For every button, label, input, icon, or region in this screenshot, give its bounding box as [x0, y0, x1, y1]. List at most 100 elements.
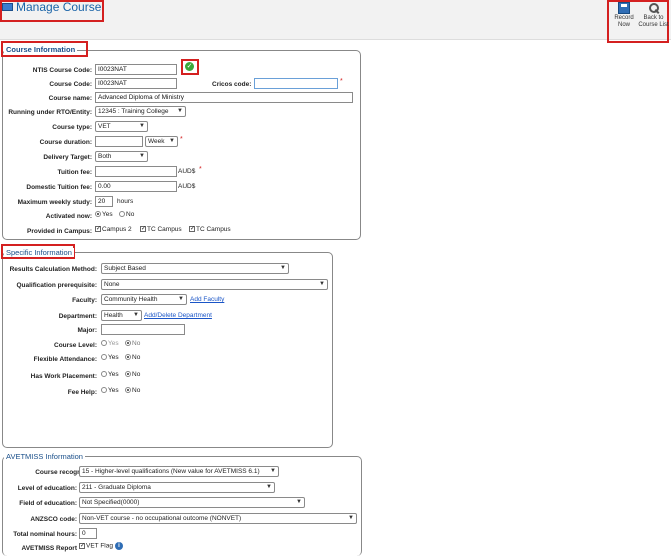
weekly-study-input[interactable]: 20: [95, 196, 113, 207]
cricos-code-label: Cricos code:: [212, 81, 252, 88]
activated-label: Activated now:: [45, 213, 92, 220]
flexible-no-radio[interactable]: No: [125, 354, 140, 361]
domestic-fee-input[interactable]: 0.00: [95, 181, 177, 192]
course-duration-label: Course duration:: [39, 139, 92, 146]
campus-label: Provided in Campus:: [26, 228, 92, 235]
cricos-code-input[interactable]: [254, 78, 338, 89]
department-label: Department:: [58, 313, 97, 320]
back-label-1: Back to: [643, 15, 664, 21]
course-duration-input[interactable]: [95, 136, 143, 147]
radio-selected-icon: [125, 387, 131, 394]
faculty-select[interactable]: Community Health ▼: [101, 294, 187, 305]
course-name-label: Course name:: [48, 95, 92, 102]
activated-yes-radio[interactable]: Yes: [95, 211, 113, 218]
course-level-yes-radio[interactable]: Yes: [101, 340, 119, 347]
prerequisite-select[interactable]: None ▼: [101, 279, 328, 290]
add-faculty-link[interactable]: Add Faculty: [190, 296, 224, 303]
dropdown-arrow-icon: ▼: [133, 312, 139, 318]
anzsco-label: ANZSCO code:: [30, 516, 77, 523]
course-code-label: Course Code:: [49, 81, 92, 88]
tc-campus-2-label: TC Campus: [196, 226, 231, 233]
checkbox-checked-icon: ✓: [95, 226, 102, 233]
work-no-radio[interactable]: No: [125, 371, 140, 378]
course-name-input[interactable]: Advanced Diploma of Ministry: [95, 92, 353, 103]
department-select[interactable]: Health ▼: [101, 310, 142, 321]
major-input[interactable]: [101, 324, 185, 335]
course-recognition-select[interactable]: 15 - Higher-level qualifications (New va…: [79, 466, 279, 477]
record-label-2: Now: [617, 22, 630, 28]
no-label: No: [132, 387, 141, 394]
results-method-label: Results Calculation Method:: [9, 266, 97, 273]
tc-campus-2-checkbox[interactable]: ✓TC Campus: [189, 226, 231, 233]
fee-help-label: Fee Help:: [67, 389, 97, 396]
page-title-text: Manage Course: [16, 0, 102, 14]
course-level-no-radio[interactable]: No: [125, 340, 140, 347]
radio-icon: [119, 211, 125, 218]
dropdown-arrow-icon: ▼: [139, 123, 145, 129]
no-label: No: [132, 354, 141, 361]
activated-no-radio[interactable]: No: [119, 211, 134, 218]
course-type-select[interactable]: VET ▼: [95, 121, 148, 132]
back-to-course-list-button[interactable]: Back to Course List: [638, 2, 669, 29]
nominal-hours-input[interactable]: 0: [79, 528, 97, 539]
monitor-icon: [2, 2, 13, 11]
save-icon: [618, 2, 630, 14]
faculty-label: Faculty:: [72, 297, 97, 304]
prerequisite-value: None: [104, 281, 120, 288]
flexible-attendance-label: Flexible Attendance:: [33, 356, 97, 363]
radio-selected-icon: [125, 371, 131, 378]
dropdown-arrow-icon: ▼: [280, 265, 286, 271]
tc-campus-label: TC Campus: [147, 226, 182, 233]
info-icon[interactable]: i: [114, 542, 123, 550]
campus-2-checkbox[interactable]: ✓Campus 2: [95, 226, 132, 233]
no-label: No: [132, 340, 141, 347]
duration-unit-select[interactable]: Week ▼: [145, 136, 178, 147]
rto-select[interactable]: 12345 : Training College ▼: [95, 106, 186, 117]
radio-selected-icon: [95, 211, 101, 218]
vet-flag-checkbox[interactable]: ✓VET Flag i: [79, 542, 123, 550]
record-now-button[interactable]: Record Now: [612, 2, 636, 29]
flexible-yes-radio[interactable]: Yes: [101, 354, 119, 361]
education-level-select[interactable]: 211 - Graduate Diploma ▼: [79, 482, 275, 493]
ntis-code-input[interactable]: I0023NAT: [95, 64, 177, 75]
major-label: Major:: [77, 327, 98, 334]
education-level-value: 211 - Graduate Diploma: [82, 484, 151, 491]
results-method-value: Subject Based: [104, 265, 146, 272]
fee-help-yes-radio[interactable]: Yes: [101, 387, 119, 394]
field-of-education-select[interactable]: Not Specified(0000) ▼: [79, 497, 305, 508]
tuition-fee-label: Tuition fee:: [57, 169, 92, 176]
verify-check-icon[interactable]: ✓: [185, 62, 194, 71]
faculty-value: Community Health: [104, 296, 158, 303]
rto-label: Running under RTO/Entity:: [8, 109, 92, 116]
tuition-fee-input[interactable]: [95, 166, 177, 177]
page-title: Manage Course: [2, 0, 101, 14]
fee-help-no-radio[interactable]: No: [125, 387, 140, 394]
search-icon: [648, 2, 660, 14]
no-label: No: [126, 211, 135, 218]
weekly-study-label: Maximum weekly study:: [17, 199, 92, 206]
record-label-1: Record: [614, 15, 634, 21]
results-method-select[interactable]: Subject Based ▼: [101, 263, 289, 274]
radio-selected-icon: [125, 354, 131, 361]
work-placement-label: Has Work Placement:: [30, 373, 97, 380]
tc-campus-checkbox[interactable]: ✓TC Campus: [140, 226, 182, 233]
dropdown-arrow-icon: ▼: [178, 296, 184, 302]
anzsco-value: Non-VET course - no occupational outcome…: [82, 515, 242, 522]
prerequisite-label: Qualification prerequisite:: [16, 282, 97, 289]
weekly-study-unit: hours: [117, 198, 134, 205]
anzsco-select[interactable]: Non-VET course - no occupational outcome…: [79, 513, 357, 524]
course-type-label: Course type:: [52, 124, 92, 131]
avetmiss-report-label: AVETMISS Report: [21, 545, 78, 552]
tuition-currency: AUD$: [178, 168, 196, 175]
avetmiss-legend: AVETMISS Information: [4, 452, 85, 461]
radio-icon: [101, 354, 107, 361]
delivery-target-label: Delivery Target:: [43, 154, 92, 161]
yes-label: Yes: [108, 354, 119, 361]
course-code-input[interactable]: I0023NAT: [95, 78, 177, 89]
dropdown-arrow-icon: ▼: [177, 108, 183, 114]
add-delete-department-link[interactable]: Add/Delete Department: [144, 312, 212, 319]
vet-flag-label: VET Flag: [86, 542, 113, 550]
work-yes-radio[interactable]: Yes: [101, 371, 119, 378]
course-info-legend: Course Information: [4, 45, 78, 54]
delivery-target-select[interactable]: Both ▼: [95, 151, 148, 162]
